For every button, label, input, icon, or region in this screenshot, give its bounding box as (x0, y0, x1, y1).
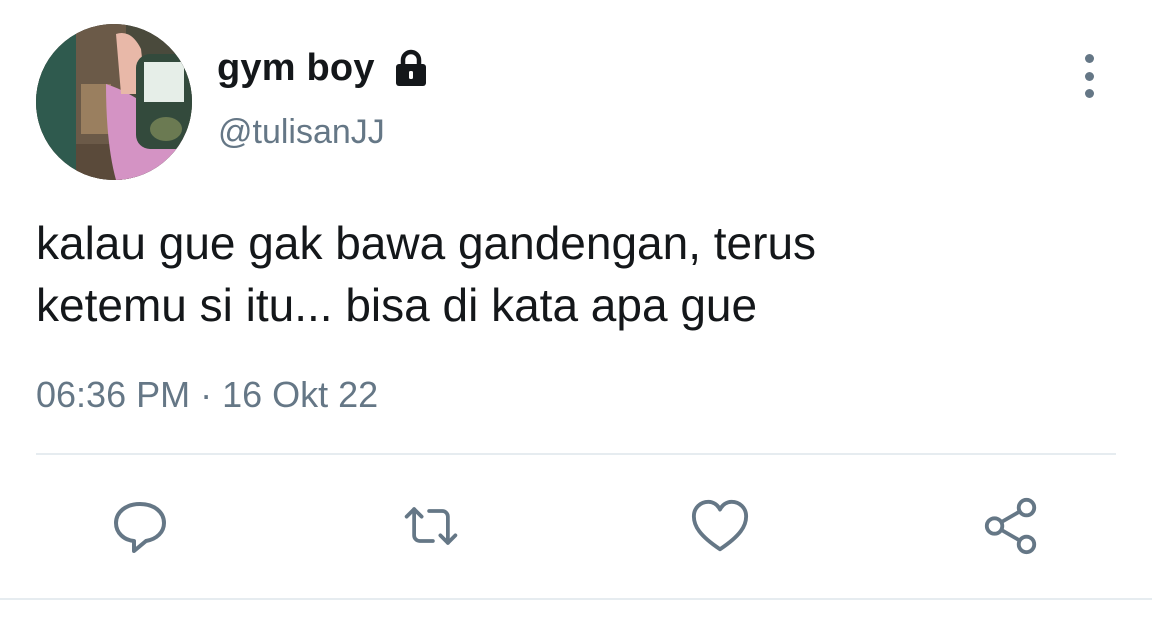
retweet-icon (404, 507, 458, 545)
like-button[interactable] (690, 496, 750, 556)
tweet-text: kalau gue gak bawa gandengan, terus kete… (36, 212, 1036, 336)
tweet-text-line: ketemu si itu... bisa di kata apa gue (36, 279, 758, 331)
tweet-text-line: kalau gue gak bawa gandengan, terus (36, 217, 817, 269)
lock-icon (391, 48, 431, 88)
reply-button[interactable] (110, 496, 170, 556)
share-icon (984, 497, 1037, 555)
display-name[interactable]: gym boy (217, 47, 375, 90)
timestamp[interactable]: 06:36 PM · 16 Okt 22 (36, 374, 378, 416)
bottom-divider (0, 598, 1152, 600)
retweet-button[interactable] (401, 496, 461, 556)
share-button[interactable] (981, 496, 1041, 556)
more-vertical-icon-dot (1084, 54, 1094, 63)
more-vertical-icon-dot (1084, 71, 1094, 81)
tweet-detail: gym boy @tulisanJJ kalau gue gak bawa ga… (0, 0, 1152, 618)
avatar[interactable] (36, 24, 192, 180)
username[interactable]: @tulisanJJ (218, 113, 385, 152)
author-row: gym boy (217, 44, 431, 92)
more-options-button[interactable] (1070, 54, 1108, 98)
reply-icon (114, 502, 166, 553)
avatar-image (36, 24, 192, 180)
more-vertical-icon-dot (1084, 89, 1094, 98)
heart-icon (691, 499, 749, 552)
divider (36, 453, 1116, 455)
